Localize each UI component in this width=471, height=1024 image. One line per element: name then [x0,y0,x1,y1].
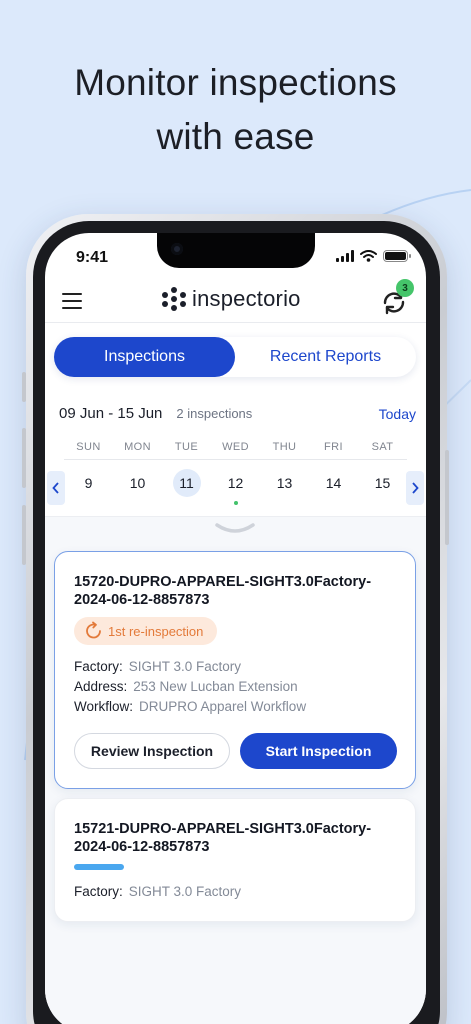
day-number: 15 [374,475,391,491]
workflow-value: DRUPRO Apparel Workflow [139,699,307,714]
status-time: 9:41 [76,249,109,266]
phone-screen: 9:41 inspectorio 3 Inspections Recent Re… [45,233,426,1024]
logo-text: inspectorio [192,286,301,311]
headline-line-2: with ease [156,116,315,157]
reinspection-badge: 1st re-inspection [74,617,218,645]
address-value: 253 New Lucban Extension [133,679,298,694]
day-cell[interactable]: 13 [260,469,309,505]
day-cell[interactable]: 12 [211,469,260,505]
tab-bar: Inspections Recent Reports [54,337,416,377]
next-week-button[interactable] [406,471,424,505]
day-strip: 9 10 11 12 13 14 15 [64,469,407,505]
camera-icon [171,243,183,255]
weekday-label: FRI [324,441,343,453]
app-header: inspectorio 3 [45,279,426,323]
weekday-label: SUN [76,441,101,453]
day-cell[interactable]: 15 [358,469,407,505]
app-logo: inspectorio [162,286,301,312]
weekday-label: THU [272,441,297,453]
day-dot [185,501,189,505]
refresh-icon [86,621,101,639]
week-range[interactable]: 09 Jun - 15 Jun [59,405,162,422]
workflow-row: Workflow: DRUPRO Apparel Workflow [74,699,306,714]
phone-side-button [22,372,26,402]
wifi-icon [360,250,377,262]
factory-label: Factory: [74,884,123,899]
day-cell[interactable]: 14 [309,469,358,505]
phone-volume-up [22,428,26,488]
headline-line-1: Monitor inspections [74,62,397,103]
chevron-down-icon[interactable] [215,523,255,535]
address-label: Address: [74,679,128,694]
day-dot [87,501,91,505]
day-dot [136,501,140,505]
factory-row: Factory: SIGHT 3.0 Factory [74,884,241,899]
day-dot [381,501,385,505]
weekday-divider [64,459,407,460]
weekday-header: SUN MON TUE WED THU FRI SAT [64,441,407,453]
day-cell[interactable]: 10 [113,469,162,505]
week-summary: 09 Jun - 15 Jun 2 inspections Today [59,405,416,422]
workflow-label: Workflow: [74,699,134,714]
inspection-title: 15721-DUPRO-APPAREL-SIGHT3.0Factory-2024… [74,821,372,855]
sync-count-badge: 3 [396,279,414,297]
inspection-card[interactable]: 15720-DUPRO-APPAREL-SIGHT3.0Factory-2024… [54,551,416,789]
page-headline: Monitor inspections with ease [0,56,471,164]
factory-row: Factory: SIGHT 3.0 Factory [74,659,241,674]
tab-inspections[interactable]: Inspections [54,337,235,377]
prev-week-button[interactable] [47,471,65,505]
dynamic-island [157,233,315,268]
inspection-card[interactable]: 15721-DUPRO-APPAREL-SIGHT3.0Factory-2024… [54,798,416,922]
status-icons [336,250,411,262]
day-number: 12 [227,475,244,491]
status-progress-bar [74,864,124,870]
weekday-label: MON [124,441,151,453]
factory-value: SIGHT 3.0 Factory [128,884,242,899]
badge-label: 1st re-inspection [108,623,204,639]
weekday-label: SAT [371,441,394,453]
phone-volume-down [22,505,26,565]
day-dot [332,501,336,505]
address-row: Address: 253 New Lucban Extension [74,679,298,694]
day-cell-selected[interactable]: 11 [162,469,211,505]
day-dot [283,501,287,505]
phone-power-button [445,450,449,545]
cellular-signal-icon [336,250,354,262]
day-number: 14 [325,475,342,491]
weekday-label: WED [222,441,249,453]
header-divider [45,322,426,323]
chevron-right-icon [412,482,419,494]
day-number: 10 [129,475,146,491]
factory-label: Factory: [74,659,123,674]
weekday-label: TUE [174,441,199,453]
inspection-title: 15720-DUPRO-APPAREL-SIGHT3.0Factory-2024… [74,574,372,608]
factory-value: SIGHT 3.0 Factory [128,659,242,674]
today-button[interactable]: Today [379,406,416,422]
day-number: 11 [172,469,201,497]
sync-button[interactable]: 3 [379,279,414,317]
day-number: 9 [84,475,93,491]
logo-dots-icon [162,287,186,311]
review-inspection-button[interactable]: Review Inspection [74,733,230,769]
inspection-count: 2 inspections [176,406,253,421]
tab-recent-reports[interactable]: Recent Reports [235,337,416,377]
chevron-left-icon [52,482,59,494]
day-cell[interactable]: 9 [64,469,113,505]
start-inspection-button[interactable]: Start Inspection [240,733,397,769]
day-number: 13 [276,475,293,491]
inspection-dot [233,501,238,505]
battery-icon [383,250,411,262]
menu-icon[interactable] [62,293,82,309]
